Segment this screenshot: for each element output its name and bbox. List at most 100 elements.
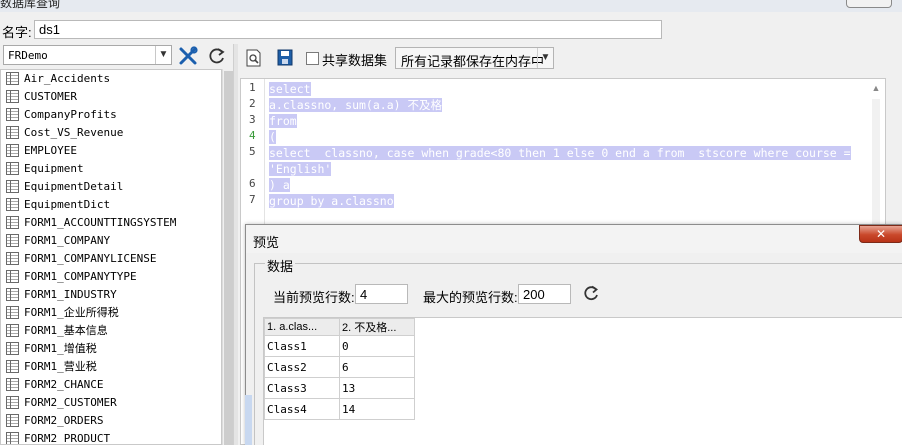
table-list-item[interactable]: FORM1_COMPANYLICENSE (1, 250, 221, 268)
sql-line: from (269, 113, 297, 129)
result-header-row: 1. a.clas... 2. 不及格... (264, 318, 415, 336)
tools-button[interactable] (178, 46, 198, 66)
sql-line: 'English' (269, 161, 332, 177)
sql-line: ) a (269, 177, 290, 193)
result-cell[interactable]: 13 (339, 377, 415, 399)
table-name: FORM2_PRODUCT (24, 432, 111, 445)
table-name: EquipmentDetail (24, 180, 124, 193)
table-name: Air_Accidents (24, 72, 111, 85)
name-input[interactable] (34, 20, 662, 39)
refresh-preview-button[interactable] (582, 284, 600, 302)
table-list-item[interactable]: FORM2_PRODUCT (1, 430, 221, 445)
table-list-item[interactable]: Equipment (1, 160, 221, 178)
sql-line: select classno, case when grade<80 then … (269, 145, 851, 161)
datasource-select[interactable]: FRDemo ▼ (3, 45, 172, 65)
datasource-value: FRDemo (8, 49, 48, 62)
result-cell[interactable]: Class1 (264, 335, 340, 357)
refresh-tables-button[interactable] (207, 46, 227, 66)
table-name: FORM1_COMPANYTYPE (24, 270, 137, 283)
wrench-screwdriver-icon (179, 46, 198, 65)
table-icon (6, 432, 19, 444)
table-icon (6, 162, 19, 175)
refresh-icon (209, 48, 225, 64)
column-header[interactable]: 1. a.clas... (264, 318, 340, 336)
max-rows-input[interactable] (518, 284, 571, 304)
table-list-item[interactable]: FORM1_COMPANY (1, 232, 221, 250)
table-list-item[interactable]: FORM1_COMPANYTYPE (1, 268, 221, 286)
max-rows-label: 最大的预览行数: (423, 290, 518, 305)
line-number: 1 (249, 81, 256, 94)
table-list-item[interactable]: CUSTOMER (1, 88, 221, 106)
table-list-item[interactable]: Air_Accidents (1, 70, 221, 88)
panel-splitter[interactable] (233, 44, 238, 445)
table-name: Equipment (24, 162, 84, 175)
scroll-up-icon[interactable]: ▲ (867, 81, 885, 95)
preview-dialog: 预览 ✕ 数据 当前预览行数: 最大的预览行数: 1. a.clas... 2.… (245, 224, 902, 445)
result-cell[interactable]: Class3 (264, 377, 340, 399)
result-cell[interactable]: 6 (339, 356, 415, 378)
save-query-button[interactable] (277, 49, 293, 66)
share-dataset-checkbox[interactable] (306, 52, 319, 65)
sql-line-text: group by a.classno (269, 194, 394, 208)
preview-magnifier-icon (246, 49, 261, 67)
data-group: 数据 当前预览行数: 最大的预览行数: 1. a.clas... 2. 不及格.… (254, 256, 902, 445)
preview-button[interactable] (246, 49, 262, 67)
table-name: EquipmentDict (24, 198, 111, 211)
table-list-item[interactable]: FORM2_CHANCE (1, 376, 221, 394)
table-name: CUSTOMER (24, 90, 77, 103)
result-row[interactable]: Class3 13 (264, 377, 415, 399)
table-icon (6, 252, 19, 265)
preview-close-button[interactable]: ✕ (859, 225, 902, 243)
scroll-thumb[interactable] (224, 71, 233, 445)
table-list-item[interactable]: CompanyProfits (1, 106, 221, 124)
result-cell[interactable]: Class2 (264, 356, 340, 378)
result-row[interactable]: Class4 14 (264, 398, 415, 420)
data-group-label: 数据 (265, 256, 296, 275)
table-list-item[interactable]: Cost_VS_Revenue (1, 124, 221, 142)
memory-mode-select[interactable]: 所有记录都保存在内存中 ▼ (395, 47, 554, 69)
table-icon (6, 144, 19, 157)
table-list-scrollbar[interactable] (222, 69, 233, 445)
share-dataset-label: 共享数据集 (322, 53, 388, 68)
table-list-item[interactable]: FORM2_ORDERS (1, 412, 221, 430)
table-name: Cost_VS_Revenue (24, 126, 124, 139)
window-title-bar: 数据库查询 (0, 0, 902, 12)
table-list-item[interactable]: FORM2_CUSTOMER (1, 394, 221, 412)
dialog-edge-strip (245, 395, 252, 445)
column-header[interactable]: 2. 不及格... (339, 318, 415, 336)
sql-line-text: select classno, case when grade<80 then … (269, 146, 851, 160)
table-list-item[interactable]: FORM1_营业税 (1, 358, 221, 376)
result-cell[interactable]: 0 (339, 335, 415, 357)
table-icon (6, 90, 19, 103)
table-name: FORM1_基本信息 (24, 324, 108, 337)
table-icon (6, 342, 19, 355)
preview-title-bar[interactable]: 预览 ✕ (246, 225, 902, 253)
sql-line: ( (269, 129, 276, 145)
result-row[interactable]: Class1 0 (264, 335, 415, 357)
result-cell[interactable]: Class4 (264, 398, 340, 420)
table-name: FORM2_CHANCE (24, 378, 104, 391)
result-cell[interactable]: 14 (339, 398, 415, 420)
line-number: 3 (249, 113, 256, 126)
sql-line: a.classno, sum(a.a) 不及格 (269, 97, 442, 113)
table-list-item[interactable]: EMPLOYEE (1, 142, 221, 160)
table-list-item[interactable]: EquipmentDict (1, 196, 221, 214)
current-rows-input[interactable] (355, 284, 408, 304)
table-list-item[interactable]: EquipmentDetail (1, 178, 221, 196)
result-row[interactable]: Class2 6 (264, 356, 415, 378)
table-icon (6, 216, 19, 229)
sql-line: select (269, 81, 311, 97)
table-list-item[interactable]: FORM1_基本信息 (1, 322, 221, 340)
window-close-button[interactable] (846, 0, 892, 8)
table-list-item[interactable]: FORM1_ACCOUNTTINGSYSTEM (1, 214, 221, 232)
table-icon (6, 378, 19, 391)
table-list-item[interactable]: FORM1_INDUSTRY (1, 286, 221, 304)
table-list-item[interactable]: FORM1_增值税 (1, 340, 221, 358)
result-table: 1. a.clas... 2. 不及格... Class1 0 Class2 6 Cla… (264, 318, 415, 420)
chevron-down-icon: ▼ (537, 48, 553, 68)
table-icon (6, 414, 19, 427)
sql-line-text: a.classno, sum(a.a) 不及格 (269, 98, 442, 112)
result-grid[interactable]: 1. a.clas... 2. 不及格... Class1 0 Class2 6 Cla… (263, 317, 902, 445)
table-list-item[interactable]: FORM1_企业所得税 (1, 304, 221, 322)
table-list[interactable]: Air_Accidents CUSTOMER CompanyProfits Cost_… (0, 69, 222, 445)
